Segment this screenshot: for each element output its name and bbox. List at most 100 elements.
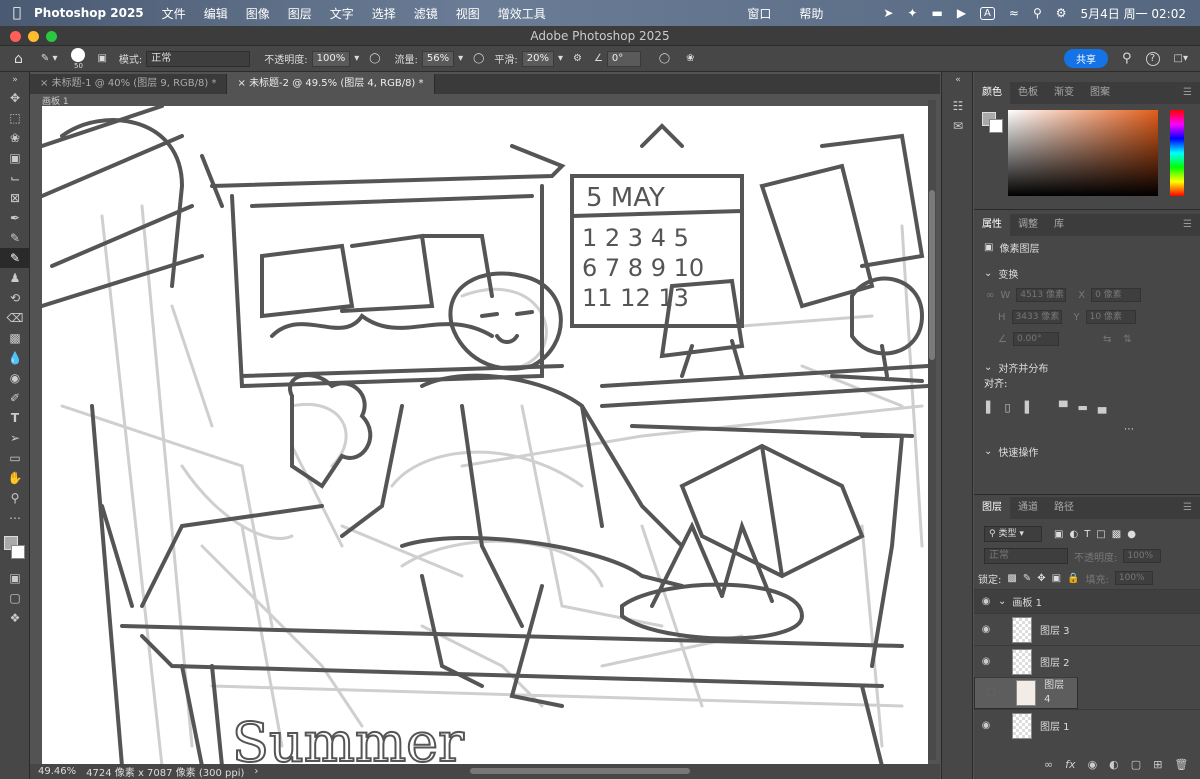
input-source-icon[interactable]: A [980,6,995,20]
panel-menu-icon[interactable]: ☰ [1175,214,1200,236]
collapse-arrows-icon[interactable]: » [0,72,30,88]
filter-adjust-icon[interactable]: ◐ [1069,529,1078,540]
x-field[interactable]: 0 像素 [1091,288,1142,302]
lock-position-icon[interactable]: ✥ [1037,573,1045,584]
transform-header[interactable]: ⌄ 变换 [974,262,1200,284]
link-icon[interactable]: ∞ [986,290,994,301]
hand-tool-icon[interactable]: ✋ [0,468,30,488]
zoom-level[interactable]: 49.46% [38,766,76,777]
rocket-icon[interactable]: ➤ [883,6,893,20]
tab-libraries[interactable]: 库 [1046,214,1072,236]
height-field[interactable]: 3433 像素 [1011,310,1062,324]
brush-tool-preset-icon[interactable]: ✎ ▾ [41,53,58,64]
link-layers-icon[interactable]: ∞ [1044,758,1053,771]
close-window-button[interactable] [10,31,21,42]
flip-vertical-icon[interactable]: ⇅ [1123,334,1131,345]
chevron-down-icon[interactable]: ⌄ [998,596,1006,607]
zoom-tool-icon[interactable]: ⚲ [0,488,30,508]
flow-input[interactable]: 56% [421,50,455,67]
generative-fill-icon[interactable]: ❖ [0,608,30,628]
eyedropper-tool-icon[interactable]: ✒ [0,208,30,228]
blend-mode-select[interactable]: 正常 [984,548,1068,564]
visibility-eye-icon[interactable]: ◉ [974,720,998,731]
new-layer-icon[interactable]: ⊞ [1153,758,1162,771]
mode-select[interactable]: 正常 [146,50,251,67]
fg-bg-color-icon[interactable] [982,112,1004,134]
collapse-arrows-icon[interactable]: « [942,72,974,88]
share-button[interactable]: 共享 [1064,49,1108,68]
layer-filter-select[interactable]: ⚲ 类型 ▾ [984,526,1042,542]
quick-actions-header[interactable]: ⌄ 快速操作 [974,440,1200,462]
pen-tool-icon[interactable]: ✐ [0,388,30,408]
layer-row[interactable]: ◉ 图层 1 [974,709,1200,741]
layer-row[interactable]: ◉ 图层 2 [974,645,1200,677]
object-select-tool-icon[interactable]: ▣ [0,148,30,168]
color-swatches-icon[interactable] [0,528,30,568]
workspace-icon[interactable]: □▾ [1174,53,1188,64]
new-group-icon[interactable]: ▢ [1131,758,1141,771]
path-select-tool-icon[interactable]: ➢ [0,428,30,448]
visibility-hidden-box[interactable]: □ [979,686,1002,700]
stamp-tool-icon[interactable]: ♟ [0,268,30,288]
tab-paths[interactable]: 路径 [1046,497,1082,519]
eraser-tool-icon[interactable]: ⌫ [0,308,30,328]
bed-icon[interactable]: ▬ [931,6,942,20]
trash-icon[interactable]: 🗑 [1174,758,1188,771]
align-right-icon[interactable]: ▐ [1021,401,1029,414]
horizontal-scrollbar[interactable] [470,768,690,774]
tab-layers[interactable]: 图层 [974,497,1010,519]
dodge-tool-icon[interactable]: ◉ [0,368,30,388]
filter-toggle-icon[interactable]: ● [1127,529,1136,540]
tab-swatches[interactable]: 色板 [1010,82,1046,104]
control-center-icon[interactable]: ⚙ [1056,6,1067,20]
panel-menu-icon[interactable]: ☰ [1175,82,1200,104]
document-info[interactable]: 4724 像素 x 7087 像素 (300 ppi) [86,764,244,779]
apple-menu-icon[interactable]:  [0,5,34,21]
lock-all-icon[interactable]: 🔒 [1067,573,1079,584]
flow-dropdown-icon[interactable]: ▾ [458,53,463,64]
layer-opacity-field[interactable]: 100% [1123,549,1162,563]
help-icon[interactable]: ? [1145,51,1160,66]
wifi-icon[interactable]: ≈ [1009,6,1019,20]
fill-field[interactable]: 100% [1114,571,1153,585]
filter-smart-icon[interactable]: ▩ [1112,529,1121,540]
opacity-input[interactable]: 100% [311,50,351,67]
add-mask-icon[interactable]: ◉ [1088,758,1098,771]
comments-panel-icon[interactable]: ✉ [942,116,974,136]
lock-artboard-icon[interactable]: ▣ [1052,573,1061,584]
quick-mask-icon[interactable]: ▣ [0,568,30,588]
more-options-icon[interactable]: ⋯ [974,418,1200,440]
tab-gradients[interactable]: 渐变 [1046,82,1082,104]
move-tool-icon[interactable]: ✥ [0,88,30,108]
y-field[interactable]: 10 像素 [1085,310,1136,324]
more-tools-icon[interactable]: ⋯ [0,508,30,528]
home-icon[interactable]: ⌂ [14,51,23,67]
filter-shape-icon[interactable]: □ [1096,529,1105,540]
screen-mode-icon[interactable]: ▢ [0,588,30,608]
airbrush-icon[interactable]: ◯ [473,53,484,64]
visibility-eye-icon[interactable]: ◉ [974,596,998,607]
menu-help[interactable]: 帮助 [799,5,823,22]
align-top-icon[interactable]: ▀ [1059,401,1067,414]
minimize-window-button[interactable] [28,31,39,42]
app-menu[interactable]: Photoshop 2025 [34,6,144,20]
smoothing-dropdown-icon[interactable]: ▾ [558,53,563,64]
menu-image[interactable]: 图像 [246,5,270,22]
menu-layer[interactable]: 图层 [288,5,312,22]
align-vcenter-icon[interactable]: ▬ [1077,401,1087,414]
menu-file[interactable]: 文件 [162,5,186,22]
tab-document-2[interactable]: × 未标题-2 @ 49.5% (图层 4, RGB/8) * [227,74,435,94]
lasso-tool-icon[interactable]: ❀ [0,128,30,148]
menu-plugins[interactable]: 增效工具 [498,5,546,22]
gradient-tool-icon[interactable]: ▩ [0,328,30,348]
pressure-opacity-icon[interactable]: ◯ [369,53,380,64]
pressure-size-icon[interactable]: ◯ [659,53,670,64]
gear-icon[interactable]: ⚙ [573,53,582,64]
status-arrow-icon[interactable]: › [254,766,258,777]
tab-adjustments[interactable]: 调整 [1010,214,1046,236]
frame-tool-icon[interactable]: ⊠ [0,188,30,208]
symmetry-butterfly-icon[interactable]: ❀ [686,53,694,64]
flip-horizontal-icon[interactable]: ⇆ [1103,334,1111,345]
clock-datetime[interactable]: 5月4日 周一 02:02 [1081,5,1186,22]
menu-window[interactable]: 窗口 [747,5,771,22]
